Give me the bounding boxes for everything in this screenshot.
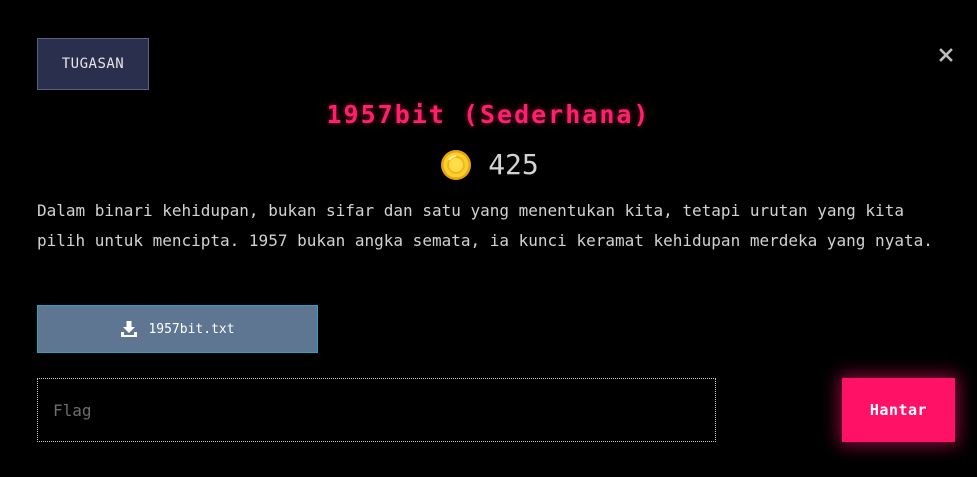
close-icon: [939, 48, 953, 62]
tab-tugasan[interactable]: TUGASAN: [37, 38, 149, 90]
points-value: 425: [488, 148, 539, 181]
close-button[interactable]: [935, 44, 957, 66]
flag-input[interactable]: [37, 378, 716, 442]
challenge-title: 1957bit (Sederhana): [326, 100, 651, 129]
download-icon: [121, 321, 138, 337]
submit-button[interactable]: Hantar: [842, 378, 955, 442]
points-row: 425: [0, 148, 977, 181]
download-file-button[interactable]: 1957bit.txt: [37, 305, 318, 353]
challenge-description: Dalam binari kehidupan, bukan sifar dan …: [37, 201, 933, 250]
coin-icon: [441, 149, 472, 180]
download-filename: 1957bit.txt: [148, 321, 235, 337]
